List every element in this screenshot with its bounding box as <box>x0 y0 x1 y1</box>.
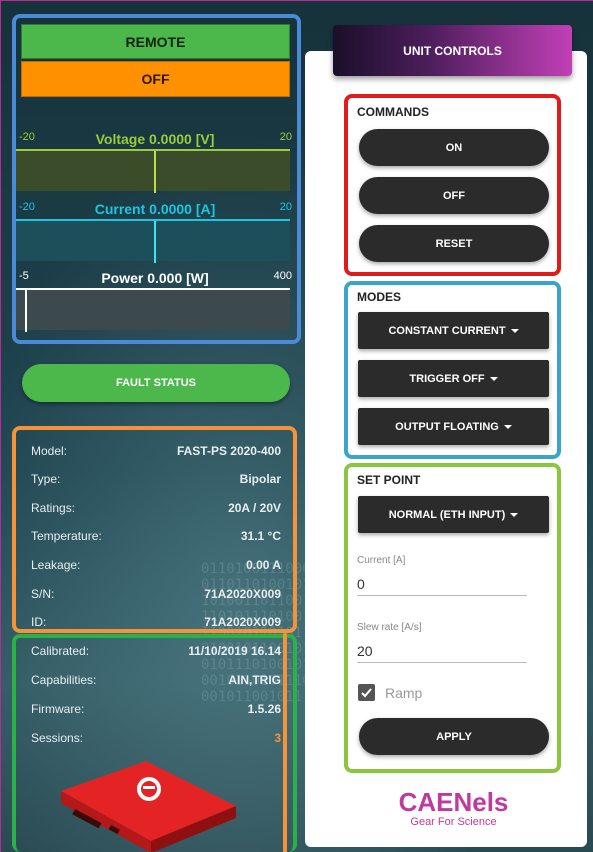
info-row-ratings: Ratings: 20A / 20V <box>31 501 281 521</box>
slew-rate-field-label: Slew rate [A/s] <box>357 622 422 633</box>
ramp-checkbox[interactable] <box>358 684 375 701</box>
input-mode-dropdown-label: NORMAL (ETH INPUT) <box>388 508 506 521</box>
info-key: Capabilities: <box>31 673 97 687</box>
info-key: Model: <box>31 444 68 458</box>
output-dropdown[interactable]: OUTPUT FLOATING <box>358 408 549 445</box>
info-row-serial: S/N: 71A2020X009 <box>31 587 281 607</box>
power-meter-label: Power 0.000 [W] <box>101 270 209 286</box>
info-value: 71A2020X009 <box>204 615 281 629</box>
info-value: 20A / 20V <box>228 501 281 515</box>
info-value: 1.5.26 <box>247 702 281 716</box>
info-value: 31.1 °C <box>240 529 281 543</box>
info-key: ID: <box>31 615 47 629</box>
reset-button[interactable]: RESET <box>359 225 549 262</box>
ramp-label: Ramp <box>385 685 423 701</box>
output-dropdown-label: OUTPUT FLOATING <box>395 420 499 433</box>
info-key: S/N: <box>31 587 55 601</box>
off-button[interactable]: OFF <box>359 177 549 214</box>
current-field-label: Current [A] <box>357 555 406 566</box>
info-row-temperature: Temperature: 31.1 °C <box>31 529 281 549</box>
modes-title: MODES <box>357 290 402 304</box>
current-needle <box>154 221 156 263</box>
fault-status-button[interactable]: FAULT STATUS <box>22 364 290 402</box>
current-meter-label: Current 0.0000 [A] <box>94 201 216 217</box>
logo-name: CAENels <box>398 787 509 817</box>
info-key: Calibrated: <box>31 644 90 658</box>
info-key: Firmware: <box>31 702 85 716</box>
info-value: FAST-PS 2020-400 <box>176 444 281 458</box>
chevron-down-icon <box>489 376 498 381</box>
current-meter-bar <box>16 219 290 263</box>
info-row-leakage: Leakage: 0.00 A <box>31 558 281 578</box>
info-row-firmware: Firmware: 1.5.26 <box>31 702 281 722</box>
info-row-id: ID: 71A2020X009 <box>31 615 281 629</box>
slew-rate-input[interactable] <box>357 639 527 663</box>
apply-button[interactable]: APPLY <box>359 718 549 755</box>
voltage-needle <box>154 151 156 193</box>
current-input[interactable] <box>357 572 527 596</box>
info-key: Temperature: <box>31 529 102 543</box>
check-icon <box>361 688 372 698</box>
info-key: Leakage: <box>31 558 81 572</box>
trigger-dropdown[interactable]: TRIGGER OFF <box>358 360 549 397</box>
commands-title: COMMANDS <box>357 105 429 119</box>
trigger-dropdown-label: TRIGGER OFF <box>409 372 485 385</box>
caenels-logo: CAENels Gear For Science <box>361 788 546 828</box>
info-value: 0.00 A <box>246 558 281 572</box>
power-meter-bar <box>16 288 290 332</box>
chevron-down-icon <box>510 328 519 333</box>
output-status-bar: OFF <box>21 61 290 97</box>
info-value: 71A2020X009 <box>204 587 281 601</box>
remote-status-bar: REMOTE <box>21 24 290 59</box>
unit-controls-header: UNIT CONTROLS <box>333 25 572 76</box>
mode-dropdown[interactable]: CONSTANT CURRENT <box>358 312 549 349</box>
voltage-meter-label: Voltage 0.0000 [V] <box>95 131 215 147</box>
info-key: Type: <box>31 472 61 486</box>
info-row-calibrated: Calibrated: 11/10/2019 16.14 <box>31 644 281 664</box>
info-row-capabilities: Capabilities: AIN,TRIG <box>31 673 281 693</box>
chevron-down-icon <box>510 512 519 517</box>
power-needle <box>25 290 27 332</box>
info-value: 3 <box>274 731 281 745</box>
power-supply-device-image <box>61 761 236 852</box>
info-value: 11/10/2019 16.14 <box>188 644 281 658</box>
chevron-down-icon <box>503 424 512 429</box>
info-row-sessions: Sessions: 3 <box>31 731 281 751</box>
info-value: Bipolar <box>239 472 281 486</box>
on-button[interactable]: ON <box>359 129 549 166</box>
info-row-model: Model: FAST-PS 2020-400 <box>31 444 281 464</box>
set-point-title: SET POINT <box>357 473 421 487</box>
voltage-meter-bar <box>16 149 290 193</box>
info-row-type: Type: Bipolar <box>31 472 281 492</box>
input-mode-dropdown[interactable]: NORMAL (ETH INPUT) <box>358 496 549 533</box>
info-value: AIN,TRIG <box>228 673 281 687</box>
info-key: Ratings: <box>31 501 76 515</box>
info-key: Sessions: <box>31 731 84 745</box>
logo-tagline: Gear For Science <box>410 816 497 828</box>
mode-dropdown-label: CONSTANT CURRENT <box>388 324 506 337</box>
